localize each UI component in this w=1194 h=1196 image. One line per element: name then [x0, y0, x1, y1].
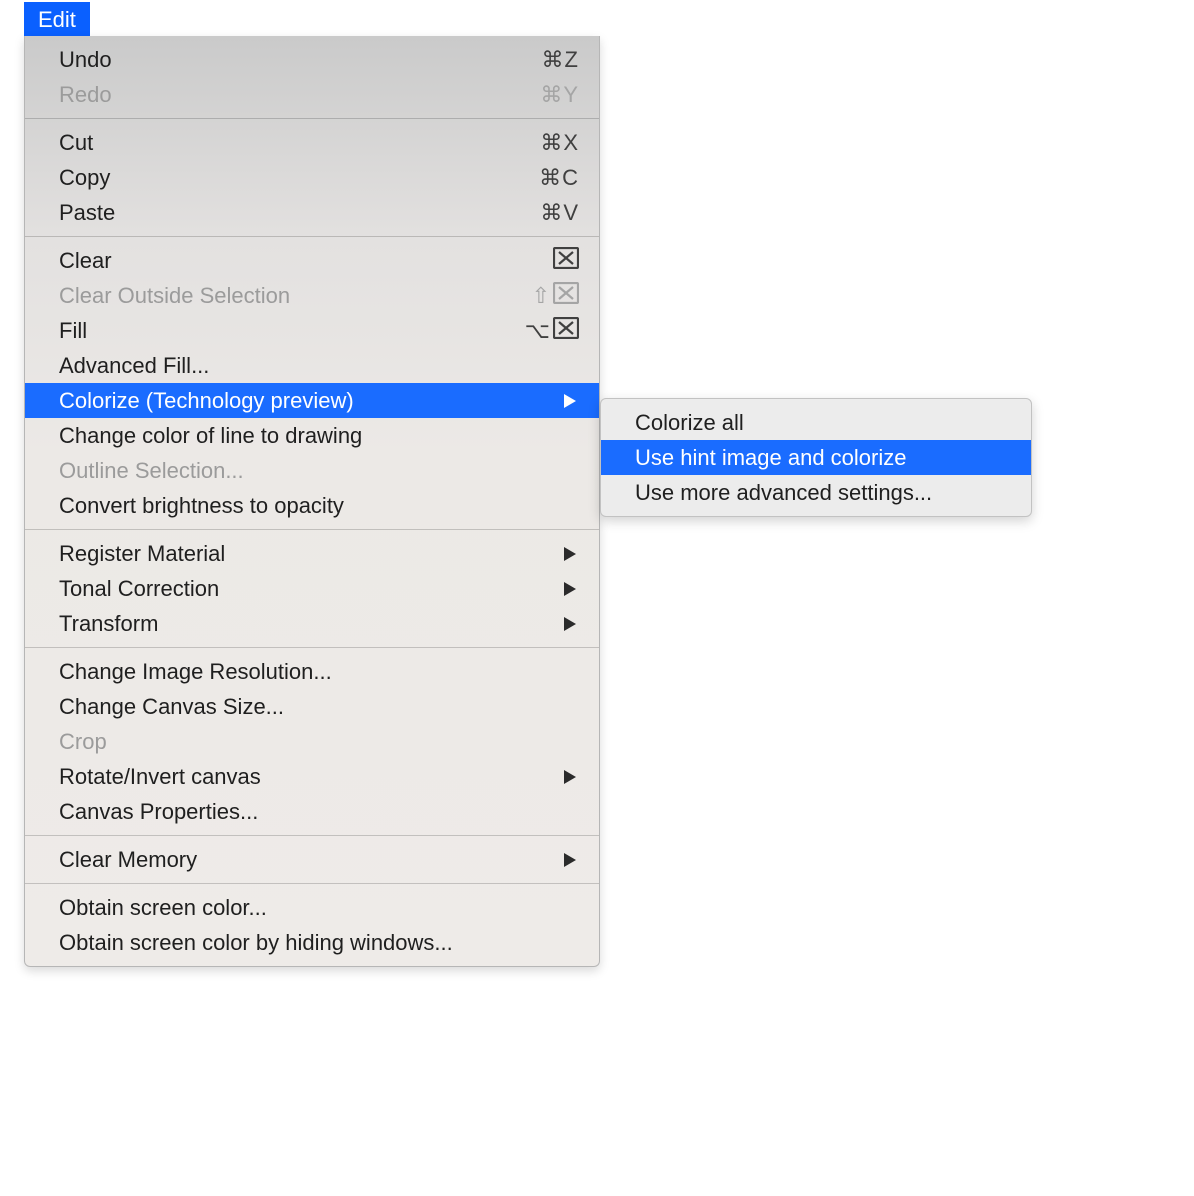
menu-shortcut: ⇧ [532, 282, 579, 310]
menu-item-label: Transform [59, 611, 563, 637]
menu-item-canvas-properties[interactable]: Canvas Properties... [25, 794, 599, 829]
submenu-arrow-icon [563, 541, 577, 567]
menu-shortcut: ⌘Y [540, 82, 579, 108]
submenu-item-use-advanced-settings[interactable]: Use more advanced settings... [601, 475, 1031, 510]
submenu-item-use-hint-image[interactable]: Use hint image and colorize [601, 440, 1031, 475]
submenu-item-label: Use hint image and colorize [635, 445, 1011, 471]
menu-item-label: Redo [59, 82, 540, 108]
menu-item-label: Tonal Correction [59, 576, 563, 602]
menu-item-fill[interactable]: Fill⌥ [25, 313, 599, 348]
menu-item-label: Clear Outside Selection [59, 283, 532, 309]
menu-item-label: Undo [59, 47, 542, 73]
menu-shortcut: ⌘C [539, 165, 579, 191]
menu-item-label: Colorize (Technology preview) [59, 388, 563, 414]
menu-item-copy[interactable]: Copy⌘C [25, 160, 599, 195]
menu-item-label: Copy [59, 165, 539, 191]
menu-shortcut: ⌘V [540, 200, 579, 226]
menu-item-convert-brightness[interactable]: Convert brightness to opacity [25, 488, 599, 523]
menu-item-label: Cut [59, 130, 540, 156]
menu-item-change-image-resolution[interactable]: Change Image Resolution... [25, 654, 599, 689]
menu-item-clear-memory[interactable]: Clear Memory [25, 842, 599, 877]
menu-title-edit[interactable]: Edit [24, 2, 90, 38]
menu-separator [25, 647, 599, 648]
menu-item-transform[interactable]: Transform [25, 606, 599, 641]
menu-item-label: Obtain screen color... [59, 895, 579, 921]
submenu-arrow-icon [563, 764, 577, 790]
menu-item-label: Advanced Fill... [59, 353, 579, 379]
menu-separator [25, 236, 599, 237]
menu-item-label: Change Canvas Size... [59, 694, 579, 720]
menu-item-label: Paste [59, 200, 540, 226]
menu-item-advanced-fill[interactable]: Advanced Fill... [25, 348, 599, 383]
menu-item-obtain-screen-color[interactable]: Obtain screen color... [25, 890, 599, 925]
menu-item-cut[interactable]: Cut⌘X [25, 125, 599, 160]
menu-item-change-canvas-size[interactable]: Change Canvas Size... [25, 689, 599, 724]
menu-shortcut: ⌘Z [542, 47, 579, 73]
menu-item-clear-outside-selection: Clear Outside Selection⇧ [25, 278, 599, 313]
submenu-arrow-icon [563, 847, 577, 873]
menu-item-rotate-invert-canvas[interactable]: Rotate/Invert canvas [25, 759, 599, 794]
menu-separator [25, 883, 599, 884]
menu-title-label: Edit [38, 7, 76, 32]
menu-item-outline-selection: Outline Selection... [25, 453, 599, 488]
menu-item-label: Rotate/Invert canvas [59, 764, 563, 790]
menu-item-label: Change color of line to drawing [59, 423, 579, 449]
menu-item-undo[interactable]: Undo⌘Z [25, 42, 599, 77]
submenu-arrow-icon [563, 611, 577, 637]
menu-item-label: Fill [59, 318, 525, 344]
submenu-item-label: Colorize all [635, 410, 1011, 436]
menu-item-register-material[interactable]: Register Material [25, 536, 599, 571]
menu-item-crop: Crop [25, 724, 599, 759]
menu-separator [25, 118, 599, 119]
submenu-item-colorize-all[interactable]: Colorize all [601, 405, 1031, 440]
menu-item-label: Change Image Resolution... [59, 659, 579, 685]
menu-item-tonal-correction[interactable]: Tonal Correction [25, 571, 599, 606]
menu-item-paste[interactable]: Paste⌘V [25, 195, 599, 230]
menu-item-label: Convert brightness to opacity [59, 493, 579, 519]
menu-item-label: Clear [59, 248, 553, 274]
menu-item-label: Obtain screen color by hiding windows... [59, 930, 579, 956]
delete-box-icon [553, 317, 579, 345]
menu-item-label: Crop [59, 729, 579, 755]
menu-item-label: Canvas Properties... [59, 799, 579, 825]
menu-shortcut [553, 247, 579, 275]
menu-item-redo: Redo⌘Y [25, 77, 599, 112]
menu-item-label: Register Material [59, 541, 563, 567]
submenu-arrow-icon [563, 388, 577, 414]
menu-separator [25, 529, 599, 530]
colorize-submenu-panel: Colorize all Use hint image and colorize U… [600, 398, 1032, 517]
menu-shortcut: ⌘X [540, 130, 579, 156]
menu-item-obtain-screen-color-hiding[interactable]: Obtain screen color by hiding windows... [25, 925, 599, 960]
menu-item-label: Outline Selection... [59, 458, 579, 484]
menu-item-label: Clear Memory [59, 847, 563, 873]
delete-box-icon [553, 282, 579, 310]
submenu-arrow-icon [563, 576, 577, 602]
menu-shortcut: ⌥ [525, 317, 579, 345]
edit-menu-panel: Undo⌘ZRedo⌘YCut⌘XCopy⌘CPaste⌘VClearClear… [24, 36, 600, 967]
delete-box-icon [553, 247, 579, 275]
menu-item-change-color-line[interactable]: Change color of line to drawing [25, 418, 599, 453]
menu-item-clear[interactable]: Clear [25, 243, 599, 278]
submenu-item-label: Use more advanced settings... [635, 480, 1011, 506]
menu-item-colorize[interactable]: Colorize (Technology preview) [25, 383, 599, 418]
menu-separator [25, 835, 599, 836]
